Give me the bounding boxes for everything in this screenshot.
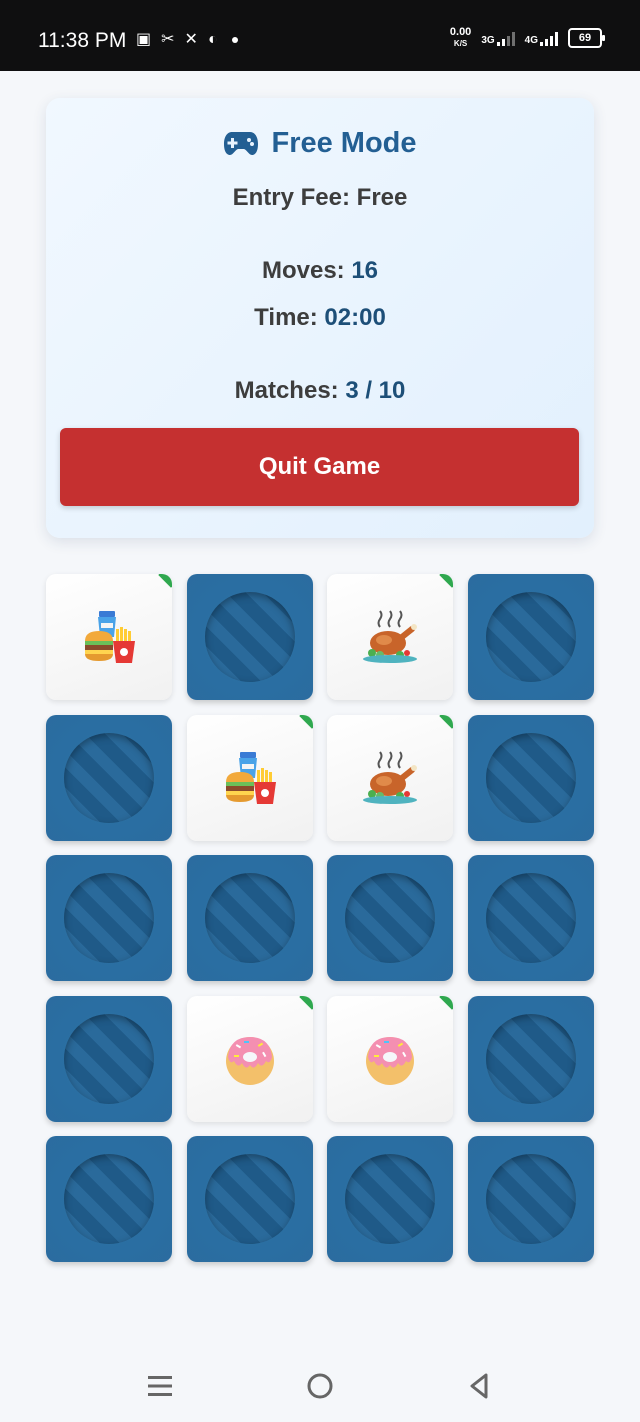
match-marker-icon	[158, 574, 172, 588]
memory-card-hidden[interactable]	[327, 855, 454, 982]
fast-food-icon	[225, 751, 276, 804]
status-time: 11:38 PM	[38, 29, 127, 52]
card-back-icon	[64, 1013, 154, 1104]
memory-card-revealed[interactable]	[186, 714, 313, 841]
card-back-icon	[485, 1154, 576, 1245]
donut-icon	[225, 1036, 274, 1085]
timer: Time: 02:00	[254, 304, 386, 331]
x-icon: ✕	[184, 31, 198, 48]
card-back-icon	[64, 732, 154, 823]
card-back-icon	[64, 873, 154, 964]
signal-3g-icon: 3G	[481, 30, 515, 46]
card-back-icon	[485, 873, 576, 964]
memory-card-revealed[interactable]	[186, 995, 313, 1122]
memory-card-hidden[interactable]	[186, 855, 313, 982]
card-grid	[46, 574, 594, 1263]
memory-card-hidden[interactable]	[467, 574, 594, 700]
match-marker-icon	[439, 995, 454, 1010]
memory-card-hidden[interactable]	[46, 855, 172, 982]
moves-counter: Moves: 16	[261, 257, 379, 284]
memory-card-hidden[interactable]	[46, 995, 172, 1122]
memory-card-revealed[interactable]	[46, 574, 172, 700]
status-bar: 11:38 PM ▣ ✂ ✕ ◐ 0.00 K/S 3G 4G 69	[0, 0, 640, 71]
notification-icons: ▣ ✂ ✕ ◐	[136, 30, 238, 50]
game-info-card: Free Mode Entry Fee: Free Moves: 16 Time…	[46, 98, 594, 538]
matches-counter: Matches: 3 / 10	[234, 377, 406, 404]
more-notifications-icon	[231, 37, 238, 43]
card-back-icon	[485, 592, 576, 682]
fast-food-icon	[85, 611, 135, 663]
nfc-icon: ▣	[136, 31, 152, 48]
menu-icon[interactable]	[136, 1362, 184, 1410]
battery-icon: 69	[568, 28, 605, 48]
match-marker-icon	[298, 714, 313, 729]
memory-card-hidden[interactable]	[327, 1136, 454, 1263]
roast-chicken-icon	[363, 610, 418, 663]
back-icon[interactable]	[456, 1362, 504, 1410]
mode-title: Free Mode	[271, 126, 417, 159]
card-back-icon	[485, 732, 576, 823]
match-marker-icon	[439, 574, 454, 588]
entry-fee: Entry Fee: Free	[232, 184, 408, 211]
roast-chicken-icon	[363, 750, 418, 804]
memory-card-hidden[interactable]	[467, 1136, 594, 1263]
memory-card-hidden[interactable]	[186, 1136, 313, 1263]
app-icon: ◐	[207, 31, 218, 48]
mode-header: Free Mode	[46, 124, 594, 162]
card-back-icon	[485, 1013, 576, 1104]
card-back-icon	[64, 1154, 154, 1245]
navigation-bar	[0, 1352, 640, 1422]
memory-card-hidden[interactable]	[46, 714, 172, 841]
capcut-icon: ✂	[161, 31, 175, 48]
network-speed: 0.00 K/S	[449, 26, 472, 49]
home-icon[interactable]	[296, 1362, 344, 1410]
system-icons: 0.00 K/S 3G 4G 69	[449, 26, 605, 49]
memory-card-hidden[interactable]	[467, 855, 594, 982]
card-back-icon	[204, 1154, 295, 1245]
card-back-icon	[345, 1154, 436, 1245]
memory-card-revealed[interactable]	[327, 995, 454, 1122]
signal-4g-icon: 4G	[525, 30, 558, 46]
memory-card-hidden[interactable]	[186, 574, 313, 700]
donut-icon	[366, 1036, 415, 1085]
match-marker-icon	[439, 714, 454, 729]
memory-card-revealed[interactable]	[327, 714, 454, 841]
memory-card-hidden[interactable]	[467, 995, 594, 1122]
match-marker-icon	[298, 995, 313, 1010]
card-back-icon	[204, 592, 295, 682]
gamepad-icon	[224, 132, 259, 155]
quit-game-button[interactable]: Quit Game	[60, 428, 579, 506]
card-back-icon	[345, 873, 436, 964]
memory-card-hidden[interactable]	[467, 714, 594, 841]
memory-card-hidden[interactable]	[46, 1136, 172, 1263]
memory-card-revealed[interactable]	[327, 574, 454, 700]
card-back-icon	[204, 873, 295, 964]
